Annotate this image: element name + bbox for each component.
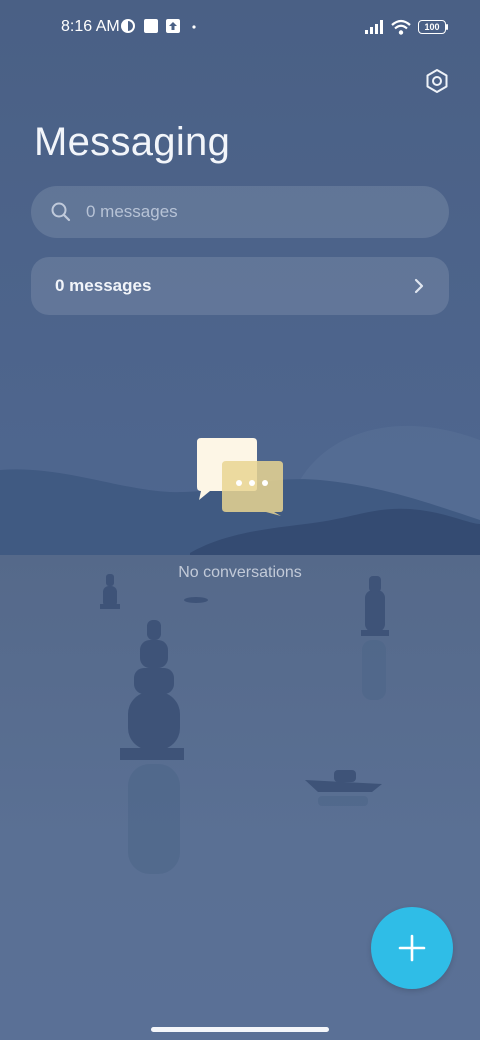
- messages-row[interactable]: 0 messages: [31, 257, 449, 315]
- home-indicator[interactable]: [151, 1027, 329, 1032]
- empty-state-text: No conversations: [178, 564, 302, 581]
- signal-icon: [365, 20, 383, 34]
- wifi-icon: [391, 19, 411, 35]
- app-square-icon: [144, 19, 158, 33]
- upload-icon: [166, 19, 180, 33]
- status-bar: 8:16 AM 100: [0, 0, 480, 56]
- new-message-button[interactable]: [371, 907, 453, 989]
- search-icon: [51, 202, 71, 222]
- battery-icon: 100: [418, 20, 446, 34]
- search-input[interactable]: [84, 201, 418, 223]
- dot-icon: [192, 25, 196, 29]
- status-time: 8:16 AM: [61, 18, 120, 35]
- plus-icon: [398, 934, 426, 962]
- settings-button[interactable]: [420, 64, 454, 98]
- battery-tip: [446, 24, 448, 30]
- vpn-icon: [121, 19, 135, 33]
- page-title: Messaging: [34, 120, 231, 164]
- battery-level: 100: [424, 22, 440, 32]
- chevron-right-icon: [414, 278, 424, 294]
- messages-row-label: 0 messages: [55, 276, 152, 295]
- search-bar[interactable]: [31, 186, 449, 238]
- settings-hex-icon: [426, 69, 448, 93]
- chat-bubbles-icon: [197, 438, 283, 516]
